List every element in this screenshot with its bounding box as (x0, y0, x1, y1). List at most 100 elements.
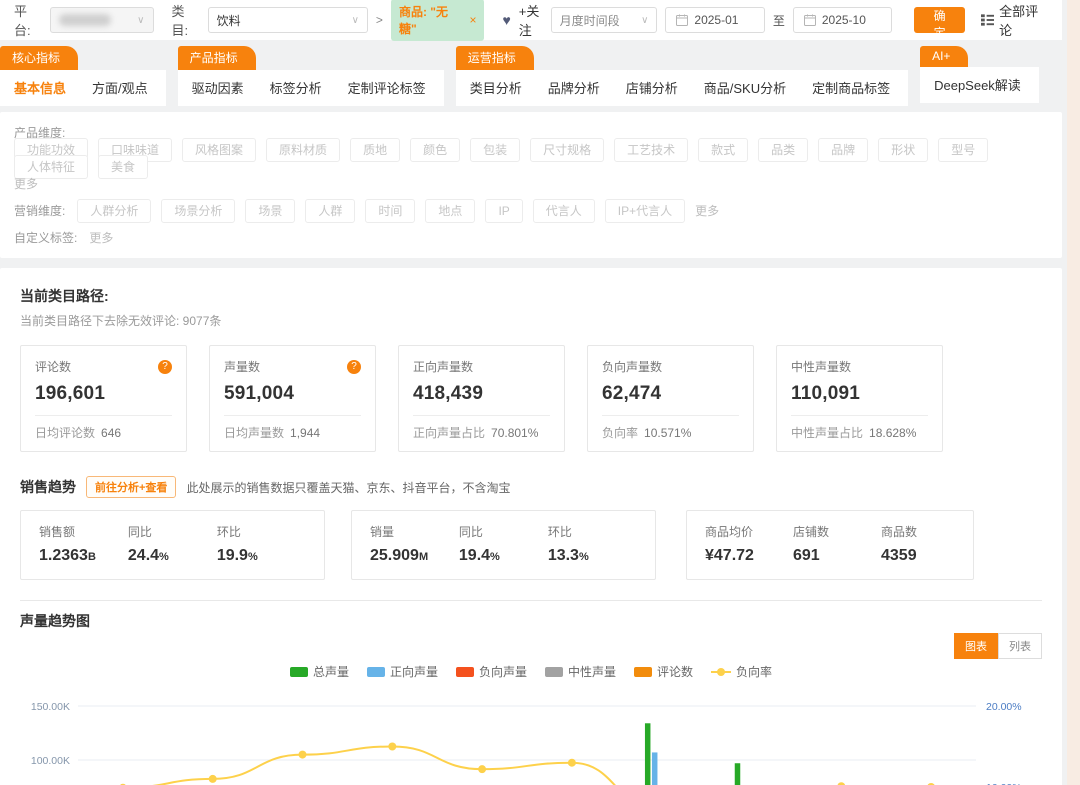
list-view-button[interactable]: 列表 (998, 633, 1042, 659)
marketing-tag-list: 人群分析场景分析场景人群时间地点IP代言人IP+代言人 (77, 202, 695, 219)
tab-店铺分析[interactable]: 店铺分析 (626, 78, 678, 97)
tab-定制评论标签[interactable]: 定制评论标签 (348, 78, 426, 97)
filter-tag[interactable]: 形状 (878, 138, 928, 162)
stat-card-comments: 评论数 ? 196,601 日均评论数646 (20, 345, 187, 452)
view-toggle: 图表 列表 (954, 633, 1042, 659)
legend-item-正向声量[interactable]: 正向声量 (367, 663, 438, 680)
filter-tag[interactable]: 人群分析 (77, 199, 151, 223)
nav-ribbon-product: 产品指标 (178, 46, 256, 70)
custom-more-link[interactable]: 更多 (89, 229, 113, 246)
legend-item-中性声量[interactable]: 中性声量 (545, 663, 616, 680)
sales-trend-header: 销售趋势 前往分析+查看 此处展示的销售数据只覆盖天猫、京东、抖音平台，不含淘宝 (20, 476, 1042, 498)
tab-方面/观点[interactable]: 方面/观点 (92, 78, 148, 97)
comment-list-icon (981, 14, 994, 26)
volume-trend-chart[interactable]: 050.00K100.00K150.00K010.00%20.00%2025-0… (20, 690, 1040, 785)
filter-tag[interactable]: 场景分析 (161, 199, 235, 223)
product-more-link[interactable]: 更多 (14, 175, 38, 192)
metric-unit: % (248, 551, 258, 563)
filter-panel: 产品维度: 功能功效口味味道风格图案原料材质质地颜色包装尺寸规格工艺技术款式品类… (0, 112, 1062, 258)
tab-标签分析[interactable]: 标签分析 (270, 78, 322, 97)
filter-tag[interactable]: 美食 (98, 155, 148, 179)
stat-footer-value: 646 (101, 426, 121, 440)
category-path-subtitle: 当前类目路径下去除无效评论: 9077条 (20, 312, 1042, 329)
stat-footer-value: 10.571% (644, 426, 691, 440)
svg-text:100.00K: 100.00K (31, 755, 70, 767)
filter-tag[interactable]: 包装 (470, 138, 520, 162)
follow-button[interactable]: +关注 (519, 1, 551, 39)
metric-label: 商品均价 (705, 523, 793, 540)
metric-unit: B (88, 551, 96, 563)
filter-tag[interactable]: 颜色 (410, 138, 460, 162)
stat-value: 418,439 (413, 383, 550, 405)
help-icon[interactable]: ? (158, 360, 172, 374)
metric-label: 环比 (217, 523, 306, 540)
start-date-input[interactable]: 2025-01 (665, 7, 764, 33)
section-divider (20, 600, 1042, 601)
stat-card-negative: 负向声量数 62,474 负向率10.571% (587, 345, 754, 452)
tab-类目分析[interactable]: 类目分析 (470, 78, 522, 97)
metric-value: ¥47.72 (705, 547, 754, 564)
metric-value: 25.909 (370, 547, 419, 564)
filter-tag[interactable]: 地点 (425, 199, 475, 223)
category-label: 类目: (172, 1, 200, 39)
chevron-down-icon: ∨ (352, 15, 359, 26)
goto-analysis-button[interactable]: 前往分析+查看 (86, 476, 176, 498)
stat-title: 负向声量数 (602, 358, 662, 375)
category-select[interactable]: 饮料 ∨ (208, 7, 368, 33)
tab-DeepSeek解读[interactable]: DeepSeek解读 (934, 75, 1021, 94)
marketing-more-link[interactable]: 更多 (695, 202, 719, 219)
stat-footer-value: 18.628% (869, 426, 916, 440)
help-icon[interactable]: ? (347, 360, 361, 374)
all-comments-button[interactable]: 全部评论 (981, 1, 1048, 39)
filter-tag[interactable]: 质地 (350, 138, 400, 162)
metric-label: 同比 (128, 523, 217, 540)
filter-tag[interactable]: 原料材质 (266, 138, 340, 162)
main-panel: 当前类目路径: 当前类目路径下去除无效评论: 9077条 评论数 ? 196,6… (0, 268, 1062, 785)
bar-swatch (367, 667, 385, 677)
filter-tag[interactable]: 品牌 (818, 138, 868, 162)
filter-tag[interactable]: 款式 (698, 138, 748, 162)
breadcrumb-separator: > (376, 13, 383, 27)
close-icon[interactable]: × (469, 13, 476, 27)
chart-view-button[interactable]: 图表 (954, 633, 998, 659)
platform-value-blurred (59, 14, 111, 26)
period-type-select[interactable]: 月度时间段 ∨ (551, 7, 658, 33)
stat-footer-label: 正向声量占比 (413, 426, 485, 440)
filter-tag[interactable]: 时间 (365, 199, 415, 223)
filter-tag[interactable]: 风格图案 (182, 138, 256, 162)
platform-select[interactable]: ∨ (50, 7, 153, 33)
sales-card-units: 销量25.909M 同比19.4% 环比13.3% (351, 510, 656, 580)
filter-tag[interactable]: 尺寸规格 (530, 138, 604, 162)
metric-unit: M (419, 551, 428, 563)
filter-tag[interactable]: 场景 (245, 199, 295, 223)
filter-tag[interactable]: 人群 (305, 199, 355, 223)
chart-legend: 总声量 正向声量 负向声量 中性声量 评论数 负向率 (20, 663, 1042, 680)
legend-item-负向率[interactable]: 负向率 (711, 663, 772, 680)
filter-tag[interactable]: 工艺技术 (614, 138, 688, 162)
metric-value: 19.4 (459, 547, 490, 564)
stat-title: 正向声量数 (413, 358, 473, 375)
legend-item-负向声量[interactable]: 负向声量 (456, 663, 527, 680)
volume-trend-title: 声量趋势图 (20, 611, 90, 631)
end-date-input[interactable]: 2025-10 (793, 7, 892, 33)
category-path-title: 当前类目路径: (20, 286, 1042, 306)
confirm-button[interactable]: 确定 (914, 7, 965, 33)
tab-商品/SKU分析[interactable]: 商品/SKU分析 (704, 78, 786, 97)
tab-驱动因素[interactable]: 驱动因素 (192, 78, 244, 97)
filter-tag[interactable]: 型号 (938, 138, 988, 162)
legend-item-总声量[interactable]: 总声量 (290, 663, 349, 680)
filter-tag[interactable]: IP (485, 199, 522, 223)
keyword-filter-tag[interactable]: 商品: "无糖" × (391, 0, 485, 41)
legend-item-评论数[interactable]: 评论数 (634, 663, 693, 680)
filter-tag[interactable]: 代言人 (533, 199, 595, 223)
filter-tag[interactable]: 品类 (758, 138, 808, 162)
platform-label: 平台: (14, 1, 42, 39)
chart-area: 050.00K100.00K150.00K010.00%20.00%2025-0… (20, 690, 1042, 785)
filter-tag[interactable]: IP+代言人 (605, 199, 685, 223)
tab-品牌分析[interactable]: 品牌分析 (548, 78, 600, 97)
tab-定制商品标签[interactable]: 定制商品标签 (812, 78, 890, 97)
tab-基本信息[interactable]: 基本信息 (14, 78, 66, 97)
nav-bar: 核心指标 基本信息方面/观点 产品指标 驱动因素标签分析定制评论标签 运营指标 … (0, 46, 1062, 106)
marketing-dimension-row: 营销维度: 人群分析场景分析场景人群时间地点IP代言人IP+代言人 更多 (14, 202, 1048, 219)
nav-group-product: 产品指标 驱动因素 标签分析 定制评论标签 (178, 46, 444, 106)
